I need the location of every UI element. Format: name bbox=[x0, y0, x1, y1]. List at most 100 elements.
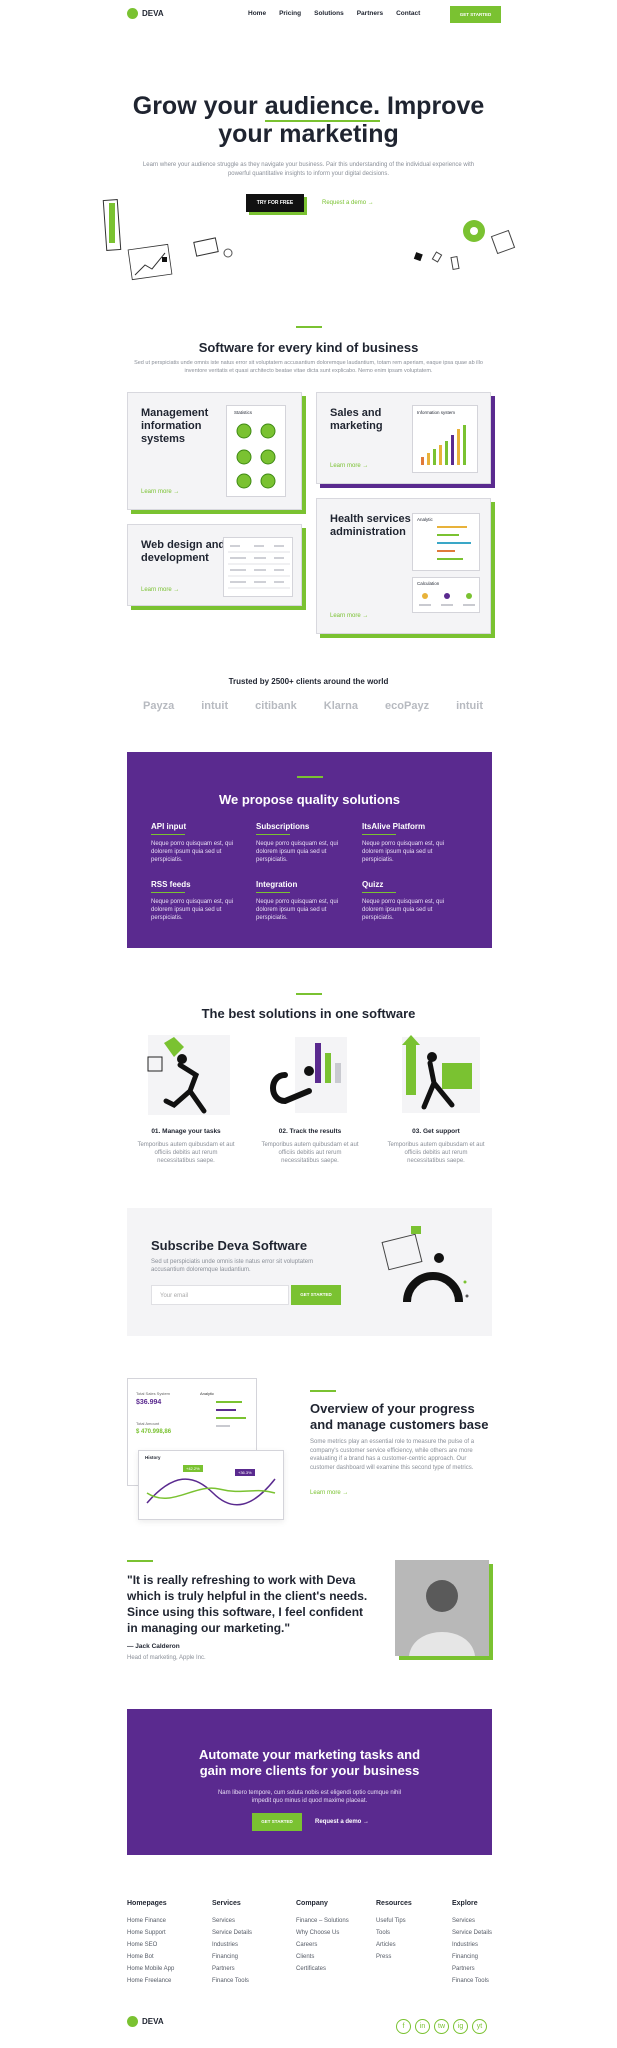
footer-link[interactable]: Clients bbox=[296, 1951, 371, 1963]
footer-link[interactable]: Service Details bbox=[452, 1929, 497, 1937]
hero-illustration-left bbox=[102, 199, 233, 281]
footer-link[interactable]: Services bbox=[212, 1915, 287, 1927]
footer-link[interactable]: Home SEO bbox=[127, 1939, 202, 1951]
overview-title: Overview of your progress and manage cus… bbox=[310, 1401, 489, 1432]
solution-title: RSS feeds bbox=[151, 880, 191, 889]
solution-underline bbox=[256, 834, 290, 835]
client-logo-citibank: citibank bbox=[255, 700, 297, 712]
solution-integration: Integration Neque porro quisquam est, qu… bbox=[256, 880, 346, 922]
linkedin-icon[interactable]: in bbox=[415, 2019, 430, 2034]
solution-rss-feeds: RSS feeds Neque porro quisquam est, qui … bbox=[151, 880, 241, 922]
solution-title: Quizz bbox=[362, 880, 384, 889]
solution-quizz: Quizz Neque porro quisquam est, qui dolo… bbox=[362, 880, 452, 922]
cta-title: Automate your marketing tasks and gain m… bbox=[198, 1747, 421, 1778]
step-title: 02. Track the results bbox=[278, 1128, 342, 1135]
card-sales-marketing[interactable]: Sales and marketing Learn more → Informa… bbox=[316, 392, 491, 484]
testimonial-quote: "It is really refreshing to work with De… bbox=[127, 1573, 368, 1635]
footer-link[interactable]: Home Freelance bbox=[127, 1975, 202, 1987]
footer-link[interactable]: Careers bbox=[296, 1939, 371, 1951]
nav-pricing[interactable]: Pricing bbox=[279, 10, 301, 17]
twitter-icon[interactable]: tw bbox=[434, 2019, 449, 2034]
footer-link[interactable]: Home Mobile App bbox=[127, 1963, 202, 1975]
email-field[interactable]: Your email bbox=[151, 1285, 289, 1305]
history-chart: History +42.2% +36.3% bbox=[138, 1450, 284, 1520]
calculation-icons bbox=[419, 593, 475, 606]
manage-tasks-illustration bbox=[147, 1035, 230, 1115]
solution-title: API input bbox=[151, 822, 187, 831]
footer-link[interactable]: Finance Tools bbox=[452, 1975, 497, 1987]
subscribe-description: Sed ut perspiciatis unde omnis iste natu… bbox=[151, 1259, 314, 1273]
nav-solutions[interactable]: Solutions bbox=[314, 10, 344, 17]
solution-text: Neque porro quisquam est, qui dolorem ip… bbox=[256, 899, 339, 921]
calculation-label: Calculation bbox=[417, 581, 440, 586]
footer-link[interactable]: Useful Tips bbox=[376, 1915, 436, 1927]
solution-text: Neque porro quisquam est, qui dolorem ip… bbox=[362, 841, 445, 863]
card-title: Sales and marketing bbox=[330, 407, 383, 432]
card-management-info[interactable]: Management information systems Learn mor… bbox=[127, 392, 302, 510]
card-health-services[interactable]: Health services administration Learn mor… bbox=[316, 498, 491, 634]
footer-link[interactable]: Home Support bbox=[127, 1927, 202, 1939]
solution-underline bbox=[151, 834, 185, 835]
footer-link[interactable]: Press bbox=[376, 1951, 436, 1963]
footer-link[interactable]: Finance – Solutions bbox=[296, 1915, 371, 1927]
leaf-logo-icon bbox=[127, 2016, 138, 2027]
footer-link[interactable]: Services bbox=[452, 1915, 497, 1927]
analytic-panel-bars bbox=[216, 1401, 246, 1427]
solution-title: ItsAlive Platform bbox=[362, 822, 426, 831]
solution-text: Neque porro quisquam est, qui dolorem ip… bbox=[151, 899, 234, 921]
learn-more-link[interactable]: Learn more → bbox=[330, 463, 368, 469]
footer-link[interactable]: Financing bbox=[452, 1951, 497, 1963]
footer-link[interactable]: Finance Tools bbox=[212, 1975, 287, 1987]
logo[interactable]: DEVA bbox=[127, 8, 164, 19]
cta-get-started-button[interactable]: GET STARTED bbox=[252, 1813, 302, 1831]
footer-link[interactable]: Articles bbox=[376, 1939, 436, 1951]
nav-contact[interactable]: Contact bbox=[396, 10, 420, 17]
logo-text: DEVA bbox=[142, 9, 164, 18]
learn-more-link[interactable]: Learn more → bbox=[330, 613, 368, 619]
footer-link[interactable]: Industries bbox=[452, 1939, 497, 1951]
try-free-button[interactable]: TRY FOR FREE bbox=[246, 194, 304, 212]
youtube-icon[interactable]: yt bbox=[472, 2019, 487, 2034]
overview-description: Some metrics play an essential role to m… bbox=[310, 1439, 475, 1471]
track-results-illustration bbox=[270, 1037, 347, 1113]
get-started-button[interactable]: GET STARTED bbox=[450, 6, 501, 23]
footer-heading: Resources bbox=[376, 1900, 412, 1907]
cta-description: Nam libero tempore, cum soluta nobis est… bbox=[217, 1790, 402, 1804]
software-title: Software for every kind of business bbox=[198, 340, 419, 355]
footer-link[interactable]: Tools bbox=[376, 1927, 436, 1939]
nav-partners[interactable]: Partners bbox=[357, 10, 383, 17]
step-manage-tasks: 01. Manage your tasks Temporibus autem q… bbox=[136, 1128, 236, 1165]
card-web-design[interactable]: Web design and development Learn more → bbox=[127, 524, 302, 606]
footer-link[interactable]: Industries bbox=[212, 1939, 287, 1951]
footer-logo-text: DEVA bbox=[142, 2017, 164, 2026]
footer-link[interactable]: Certificates bbox=[296, 1963, 371, 1975]
footer-logo[interactable]: DEVA bbox=[127, 2016, 164, 2027]
solution-subscriptions: Subscriptions Neque porro quisquam est, … bbox=[256, 822, 346, 864]
learn-more-link[interactable]: Learn more → bbox=[141, 489, 179, 495]
cta-request-demo-link[interactable]: Request a demo → bbox=[315, 1819, 369, 1825]
subscribe-button[interactable]: GET STARTED bbox=[291, 1285, 341, 1305]
footer-link[interactable]: Partners bbox=[212, 1963, 287, 1975]
facebook-icon[interactable]: f bbox=[396, 2019, 411, 2034]
learn-more-link[interactable]: Learn more → bbox=[141, 587, 179, 593]
footer-link[interactable]: Service Details bbox=[212, 1927, 287, 1939]
overview-learn-more[interactable]: Learn more → bbox=[310, 1490, 348, 1496]
instagram-icon[interactable]: ig bbox=[453, 2019, 468, 2034]
footer-col-company: Company Finance – Solutions Why Choose U… bbox=[296, 1900, 371, 1975]
footer-link[interactable]: Partners bbox=[452, 1963, 497, 1975]
request-demo-link[interactable]: Request a demo → bbox=[322, 200, 374, 206]
main-nav: Home Pricing Solutions Partners Contact bbox=[248, 10, 420, 17]
history-badge-2: +36.3% bbox=[235, 1469, 255, 1476]
card-title: Health services administration bbox=[330, 513, 411, 538]
hero-title: Grow your audience. Improve your marketi… bbox=[0, 92, 617, 148]
leaf-logo-icon bbox=[127, 8, 138, 19]
footer-col-resources: Resources Useful Tips Tools Articles Pre… bbox=[376, 1900, 436, 1963]
footer-link[interactable]: Why Choose Us bbox=[296, 1927, 371, 1939]
section-divider bbox=[297, 776, 323, 778]
footer-link[interactable]: Financing bbox=[212, 1951, 287, 1963]
footer-col-homepages: Homepages Home Finance Home Support Home… bbox=[127, 1900, 202, 1987]
footer-link[interactable]: Home Finance bbox=[127, 1915, 202, 1927]
subscribe-section: Subscribe Deva Software Sed ut perspicia… bbox=[127, 1208, 492, 1336]
nav-home[interactable]: Home bbox=[248, 10, 266, 17]
footer-link[interactable]: Home Bot bbox=[127, 1951, 202, 1963]
